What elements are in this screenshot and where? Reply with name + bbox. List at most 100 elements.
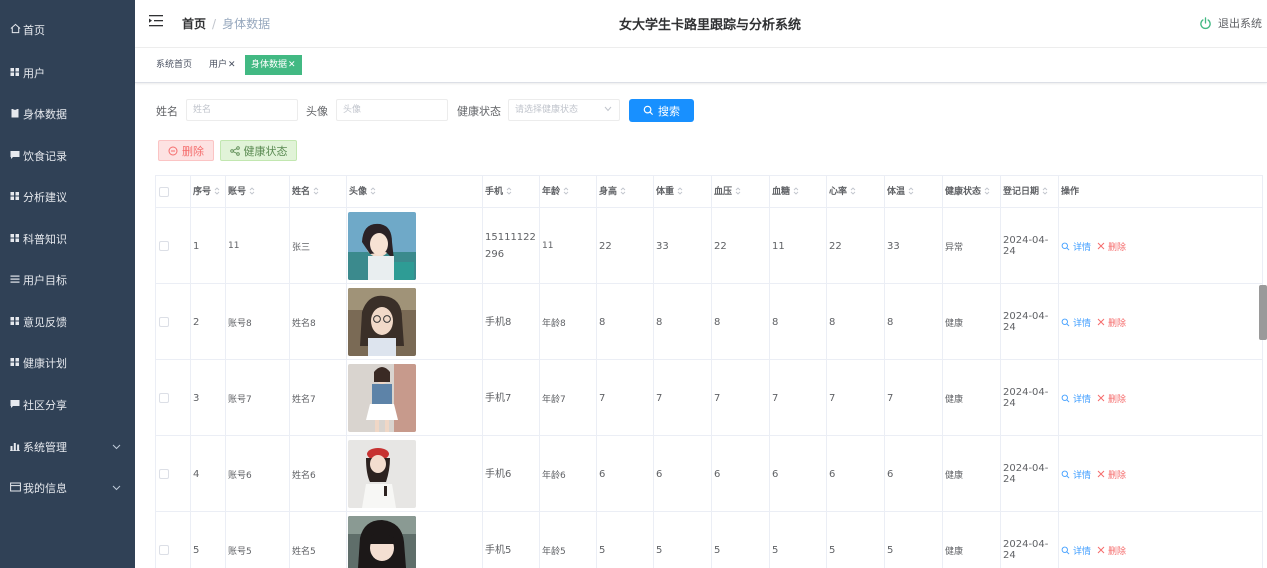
sidebar-item-diet-record[interactable]: 饮食记录 bbox=[0, 136, 135, 176]
sidebar-item-user-goal[interactable]: 用户目标 bbox=[0, 260, 135, 300]
column-header-avatar[interactable]: 头像 bbox=[346, 176, 482, 208]
sidebar-item-label: 我的信息 bbox=[23, 482, 67, 495]
sidebar-item-body-data[interactable]: 身体数据 bbox=[0, 94, 135, 134]
sidebar-item-community-share[interactable]: 社区分享 bbox=[0, 385, 135, 425]
sort-icon[interactable] bbox=[1042, 186, 1048, 197]
row-checkbox[interactable] bbox=[159, 469, 169, 479]
avatar[interactable] bbox=[348, 440, 416, 508]
cell-account: 11 bbox=[225, 208, 289, 284]
chevron-down-icon bbox=[604, 106, 612, 112]
sort-icon[interactable] bbox=[214, 186, 220, 197]
sort-icon[interactable] bbox=[793, 186, 799, 197]
avatar[interactable] bbox=[348, 212, 416, 280]
cell-phone: 手机8 bbox=[482, 284, 539, 360]
column-header-label: 序号 bbox=[193, 187, 212, 197]
avatar-label: 头像 bbox=[306, 105, 328, 118]
sidebar-item-home[interactable]: 首页 bbox=[0, 10, 135, 50]
cell-index: 1 bbox=[190, 208, 225, 284]
health-status-button[interactable]: 健康状态 bbox=[220, 140, 297, 161]
row-checkbox[interactable] bbox=[159, 317, 169, 327]
cell-value: 账号8 bbox=[228, 318, 252, 329]
detail-button[interactable]: 详情 bbox=[1061, 240, 1091, 253]
column-header-blood-sugar[interactable]: 血糖 bbox=[769, 176, 826, 208]
column-header-register-date[interactable]: 登记日期 bbox=[1000, 176, 1058, 208]
detail-button[interactable]: 详情 bbox=[1061, 392, 1091, 405]
body-data-table: 序号 账号 姓名 头像 手机 年龄 身高 体重 血压 血糖 心率 体温 健康状态 登记日期 操作 1 11 张三 1… bbox=[155, 175, 1263, 568]
status-select[interactable]: 请选择健康状态 bbox=[508, 99, 620, 121]
row-checkbox[interactable] bbox=[159, 393, 169, 403]
batch-delete-button[interactable]: 删除 bbox=[158, 140, 214, 161]
logout-button[interactable]: 退出系统 bbox=[1199, 15, 1262, 31]
sidebar-item-health-plan[interactable]: 健康计划 bbox=[0, 343, 135, 383]
avatar[interactable] bbox=[348, 288, 416, 356]
sort-icon[interactable] bbox=[735, 186, 741, 197]
cell-value: 7 bbox=[829, 392, 836, 404]
search-icon bbox=[1061, 394, 1070, 402]
column-header-account[interactable]: 账号 bbox=[225, 176, 289, 208]
column-header-blood-pressure[interactable]: 血压 bbox=[711, 176, 769, 208]
tag-home[interactable]: 系统首页 bbox=[150, 55, 198, 75]
delete-button[interactable]: 删除 bbox=[1097, 468, 1126, 481]
cell-value: 33 bbox=[656, 240, 669, 252]
menu-toggle-icon[interactable] bbox=[149, 14, 165, 28]
avatar[interactable] bbox=[348, 364, 416, 432]
tag-body-data[interactable]: 身体数据✕ bbox=[245, 55, 302, 75]
sort-icon[interactable] bbox=[313, 186, 319, 197]
sort-icon[interactable] bbox=[620, 186, 626, 197]
cell-health-status: 健康 bbox=[942, 360, 1000, 436]
page-scrollbar[interactable] bbox=[1259, 285, 1267, 340]
tag-user[interactable]: 用户✕ bbox=[203, 55, 242, 75]
cell-blood-sugar: 11 bbox=[769, 208, 826, 284]
sort-icon[interactable] bbox=[908, 186, 914, 197]
cell-temperature: 33 bbox=[884, 208, 942, 284]
row-checkbox[interactable] bbox=[159, 545, 169, 555]
delete-button[interactable]: 删除 bbox=[1097, 240, 1126, 253]
column-header-height[interactable]: 身高 bbox=[596, 176, 653, 208]
sort-icon[interactable] bbox=[984, 186, 990, 197]
column-header-age[interactable]: 年龄 bbox=[539, 176, 596, 208]
cell-value: 22 bbox=[829, 240, 842, 252]
sort-icon[interactable] bbox=[563, 186, 569, 197]
name-input[interactable]: 姓名 bbox=[186, 99, 298, 121]
cell-value: 手机5 bbox=[485, 544, 512, 556]
table-row: 4 账号6 姓名6 手机6 年龄6 6 6 6 6 6 6 健康 2024-04-24 详情 删除 bbox=[156, 436, 1262, 512]
delete-button[interactable]: 删除 bbox=[1097, 316, 1126, 329]
chevron-down-icon bbox=[112, 481, 121, 491]
row-checkbox[interactable] bbox=[159, 241, 169, 251]
sidebar-item-my-info[interactable]: 我的信息 bbox=[0, 468, 135, 508]
sidebar-item-science-knowledge[interactable]: 科普知识 bbox=[0, 219, 135, 259]
cell-name: 姓名8 bbox=[289, 284, 346, 360]
search-button[interactable]: 搜索 bbox=[629, 99, 694, 122]
column-header-label: 操作 bbox=[1061, 187, 1080, 197]
cell-value: 2024-04-24 bbox=[1003, 387, 1049, 409]
sidebar-item-analysis-advice[interactable]: 分析建议 bbox=[0, 177, 135, 217]
cell-weight: 5 bbox=[653, 512, 711, 568]
detail-button[interactable]: 详情 bbox=[1061, 316, 1091, 329]
sort-icon[interactable] bbox=[506, 186, 512, 197]
column-header-index[interactable]: 序号 bbox=[190, 176, 225, 208]
sort-icon[interactable] bbox=[850, 186, 856, 197]
avatar-input[interactable]: 头像 bbox=[336, 99, 448, 121]
sidebar-item-system-management[interactable]: 系统管理 bbox=[0, 427, 135, 467]
delete-button[interactable]: 删除 bbox=[1097, 392, 1126, 405]
sidebar-item-user[interactable]: 用户 bbox=[0, 53, 135, 93]
sort-icon[interactable] bbox=[677, 186, 683, 197]
column-header-temperature[interactable]: 体温 bbox=[884, 176, 942, 208]
detail-button[interactable]: 详情 bbox=[1061, 468, 1091, 481]
select-all-checkbox[interactable] bbox=[159, 186, 169, 197]
delete-button[interactable]: 删除 bbox=[1097, 544, 1126, 557]
sidebar-item-label: 社区分享 bbox=[23, 399, 67, 412]
column-header-health-status[interactable]: 健康状态 bbox=[942, 176, 1000, 208]
close-icon[interactable]: ✕ bbox=[228, 60, 236, 70]
column-header-heart-rate[interactable]: 心率 bbox=[826, 176, 884, 208]
column-header-phone[interactable]: 手机 bbox=[482, 176, 539, 208]
avatar[interactable] bbox=[348, 516, 416, 568]
breadcrumb-home[interactable]: 首页 bbox=[182, 15, 206, 32]
close-icon[interactable]: ✕ bbox=[288, 60, 296, 70]
column-header-name[interactable]: 姓名 bbox=[289, 176, 346, 208]
detail-button[interactable]: 详情 bbox=[1061, 544, 1091, 557]
sort-icon[interactable] bbox=[370, 186, 376, 197]
column-header-weight[interactable]: 体重 bbox=[653, 176, 711, 208]
sort-icon[interactable] bbox=[249, 186, 255, 197]
sidebar-item-feedback[interactable]: 意见反馈 bbox=[0, 302, 135, 342]
